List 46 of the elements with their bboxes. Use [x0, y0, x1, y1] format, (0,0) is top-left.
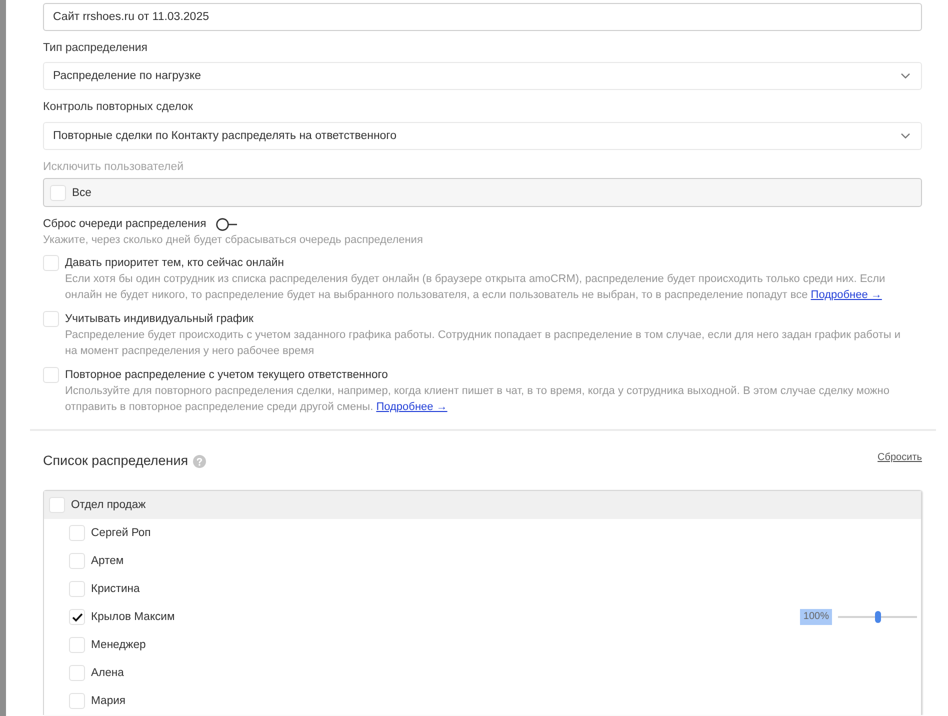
more-link[interactable]: Подробнее →: [376, 401, 448, 413]
hint-text: Укажите, через сколько дней будет сбрасываться очередь распределения: [43, 233, 424, 248]
checkbox[interactable]: [69, 581, 85, 597]
dropdown-select[interactable]: Распределение по нагрузке: [43, 62, 922, 90]
share-value: 100%: [800, 609, 832, 625]
group-header[interactable]: Отдел продаж: [44, 491, 921, 519]
option-description: Если хотя бы один сотрудник из списка распределения будет онлайн (в браузере открыта amoCRM), распределение будет происходить только среди них. Если онлайн не будет никого, то распределение будет на выбранного пользователя, а если пользователь не выбран, то в распределение попадут все Подробнее →: [65, 272, 886, 303]
option-title: Учитывать индивидуальный график: [65, 312, 254, 327]
checkmark-icon: [72, 612, 82, 622]
option-title: Повторное распределение с учетом текущего ответственного: [65, 368, 389, 383]
chevron-down-icon: [901, 133, 910, 139]
name-input[interactable]: Сайт rrshoes.ru от 11.03.2025: [43, 3, 922, 31]
user-name: Артем: [91, 554, 124, 569]
option-title: Давать приоритет тем, кто сейчас онлайн: [65, 256, 285, 271]
user-name: Крылов Максим: [91, 610, 175, 625]
checkbox[interactable]: [43, 367, 59, 383]
user-name: Кристина: [91, 582, 140, 597]
checkbox[interactable]: [43, 311, 59, 327]
toggle-switch[interactable]: [216, 218, 238, 230]
field-label: Тип распределения: [43, 41, 149, 56]
checkbox[interactable]: [69, 553, 85, 569]
section-heading: Список распределения: [43, 452, 188, 470]
dropdown-select[interactable]: Повторные сделки по Контакту распределять на ответственного: [43, 122, 922, 150]
checkbox[interactable]: [69, 665, 85, 681]
field-label: Контроль повторных сделок: [43, 100, 194, 115]
checkbox[interactable]: [43, 255, 59, 271]
checkbox[interactable]: [49, 497, 65, 513]
reset-link[interactable]: Сбросить: [878, 451, 922, 465]
user-name: Менеджер: [91, 638, 146, 653]
user-name: Мария: [91, 694, 126, 709]
checkbox-label: Все: [72, 186, 92, 200]
option-description: Распределение будет происходить с учетом заданного графика работы. Сотрудник попадает в распределение в том случае, если для него задан график работы и на момент распределения у него рабочее время: [65, 328, 902, 359]
user-name: Алена: [91, 666, 124, 681]
help-icon[interactable]: [193, 454, 206, 468]
user-name: Сергей Роп: [91, 526, 151, 541]
checkbox[interactable]: [69, 693, 85, 709]
group-name: Отдел продаж: [71, 498, 146, 513]
checkbox[interactable]: [69, 609, 85, 625]
setting-label: Сброс очереди распределения: [43, 218, 206, 230]
checkbox[interactable]: [69, 525, 85, 541]
chevron-down-icon: [901, 73, 910, 79]
more-link[interactable]: Подробнее →: [810, 289, 882, 301]
option-description: Используйте для повторного распределения сделки, например, когда клиент пишет в чат, в то время, когда у сотрудника выходной. В этом случае сделку можно отправить в повторное распределение среди другой смены. Подробнее →: [65, 384, 890, 415]
field-label: Исключить пользователей: [43, 160, 185, 175]
slider-thumb[interactable]: [874, 611, 880, 623]
checkbox[interactable]: [69, 637, 85, 653]
